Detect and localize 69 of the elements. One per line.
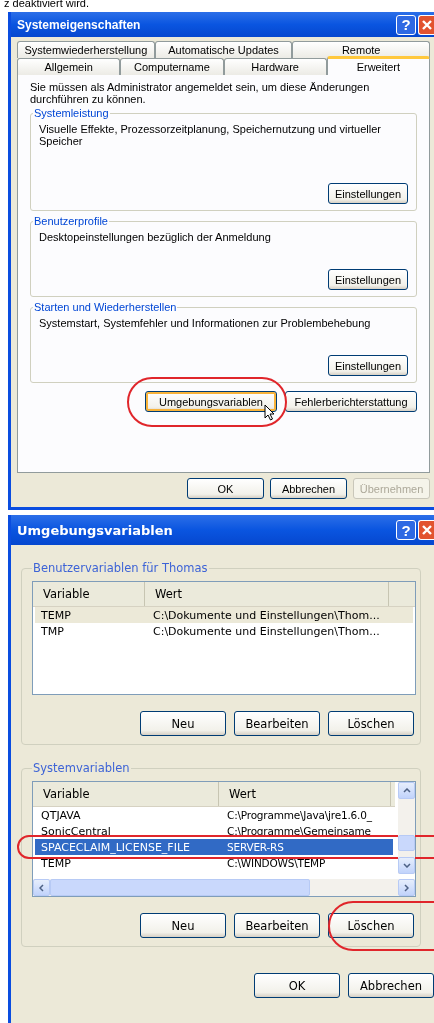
dialog-button[interactable]: OK [187,478,264,499]
list-button[interactable]: Löschen [328,913,414,938]
group-title: Benutzervariablen für Thomas [32,561,209,575]
help-button[interactable]: ? [396,14,416,35]
list-button[interactable]: Bearbeiten [234,711,320,736]
column-header[interactable]: Wert [145,582,389,606]
scroll-thumb[interactable] [50,879,310,896]
table-cell-text: SonicCentral [40,824,112,838]
group-title: Starten und Wiederherstellen [33,301,178,313]
action-button[interactable]: Fehlerberichterstattung [285,391,417,412]
tab[interactable]: Automatische Updates [154,41,293,58]
column-header[interactable]: Variable [33,782,219,806]
tab[interactable]: Systemwiederherstellung [17,41,155,58]
group-description: Desktopeinstellungen bezüglich der Anmeldung [39,230,272,245]
scroll-up-icon[interactable] [398,782,415,799]
table-cell-text: TEMP [40,608,72,622]
tab[interactable]: Computername [120,58,224,75]
list-button[interactable]: Bearbeiten [234,913,320,938]
dialog-button[interactable]: OK [254,973,340,998]
tab[interactable]: Allgemein [17,58,121,75]
table-cell-text: QTJAVA [40,808,82,822]
list-row[interactable]: QTJAVA C:\Programme\Java\jre1.6.0_ [35,807,393,823]
group-title: Systemvariablen [32,761,131,775]
column-header[interactable]: Wert [219,782,391,806]
group-title: Benutzerprofile [33,215,109,227]
table-cell-text: C:\WINDOWS\TEMP [226,857,327,869]
scroll-thumb[interactable] [398,835,415,851]
close-icon[interactable] [418,520,434,540]
help-button[interactable]: ? [396,520,416,540]
column-header[interactable]: Variable [33,582,145,606]
table-cell-text: TMP [40,624,65,638]
list-button[interactable]: Neu [140,711,226,736]
tab[interactable]: Remote [292,41,430,58]
table-cell-text: TEMP [40,856,72,870]
scroll-right-icon[interactable] [398,879,415,896]
table-cell-text: SPACECLAIM_LICENSE_FILE [40,840,191,854]
horizontal-scrollbar[interactable] [33,879,415,896]
close-icon[interactable] [418,14,434,35]
list-row[interactable]: TMP C:\Dokumente und Einstellungen\Thom... [35,623,413,639]
window-title: Umgebungsvariablen [17,522,173,538]
scroll-left-icon[interactable] [33,879,50,896]
settings-button[interactable]: Einstellungen [328,269,408,290]
list-row[interactable]: TEMP C:\Dokumente und Einstellungen\Thom... [35,607,413,623]
window-title: Systemeigenschaften [17,17,141,32]
table-cell-text: C:\Dokumente und Einstellungen\Thom... [152,608,381,622]
caption-text: z deaktiviert wird. [3,0,90,8]
list-row[interactable]: TEMP C:\WINDOWS\TEMP [35,855,393,871]
list-row[interactable]: SonicCentral C:\Programme\Gemeinsame [35,823,393,839]
group-title: Systemleistung [33,107,110,119]
table-cell-text: SERVER-RS [226,841,285,853]
table-cell-text: C:\Programme\Java\jre1.6.0_ [226,809,373,821]
scroll-down-icon[interactable] [398,857,415,874]
vertical-scrollbar[interactable] [398,782,415,874]
list-button[interactable]: Löschen [328,711,414,736]
notice-text: Sie müssen als Administrator angemeldet sein, um diese Änderungen durchführen zu können. [30,81,371,105]
group-description: Systemstart, Systemfehler und Informationen zur Problembehebung [39,316,372,331]
mouse-pointer-icon [264,404,275,421]
settings-button[interactable]: Einstellungen [328,183,408,204]
list-button[interactable]: Neu [140,913,226,938]
action-button[interactable]: Umgebungsvariablen [145,391,277,412]
dialog-button[interactable]: Abbrechen [270,478,347,499]
settings-button[interactable]: Einstellungen [328,355,408,376]
tab[interactable]: Hardware [223,58,327,75]
tab[interactable]: Erweitert [326,56,430,75]
table-cell-text: C:\Dokumente und Einstellungen\Thom... [152,624,381,638]
group-description: Visuelle Effekte, Prozessorzeitplanung, Speichernutzung und virtueller Speicher [39,122,383,149]
list-row[interactable]: SPACECLAIM_LICENSE_FILE SERVER-RS [35,839,393,855]
dialog-button[interactable]: Abbrechen [348,973,434,998]
table-cell-text: C:\Programme\Gemeinsame [226,825,372,837]
